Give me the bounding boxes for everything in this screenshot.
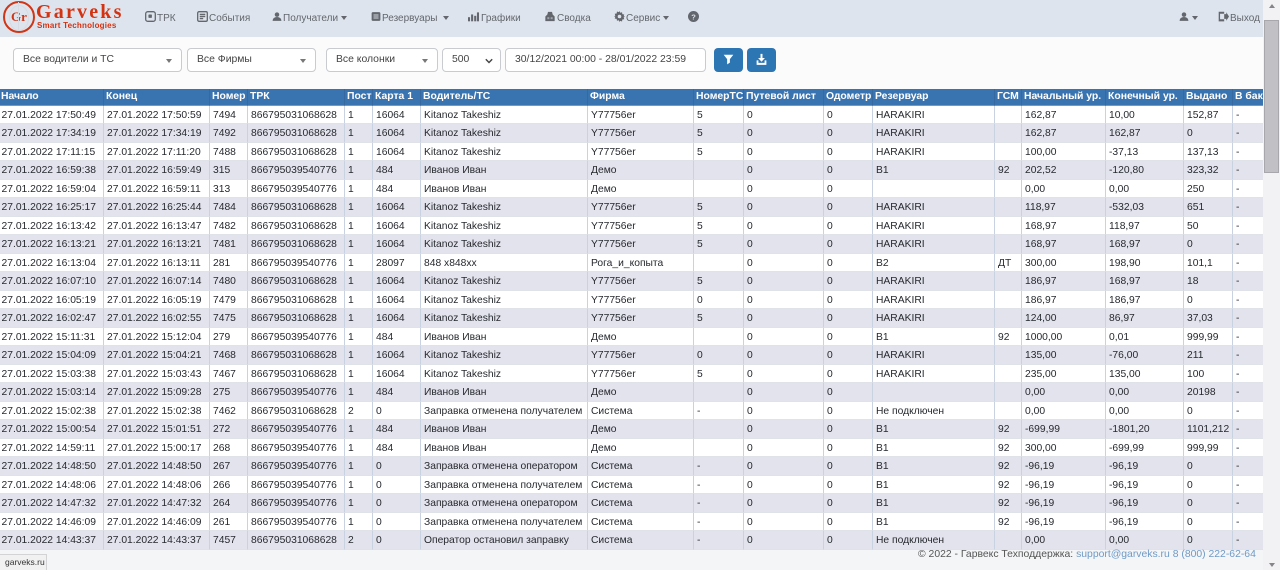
svg-text:?: ? [691, 12, 696, 21]
